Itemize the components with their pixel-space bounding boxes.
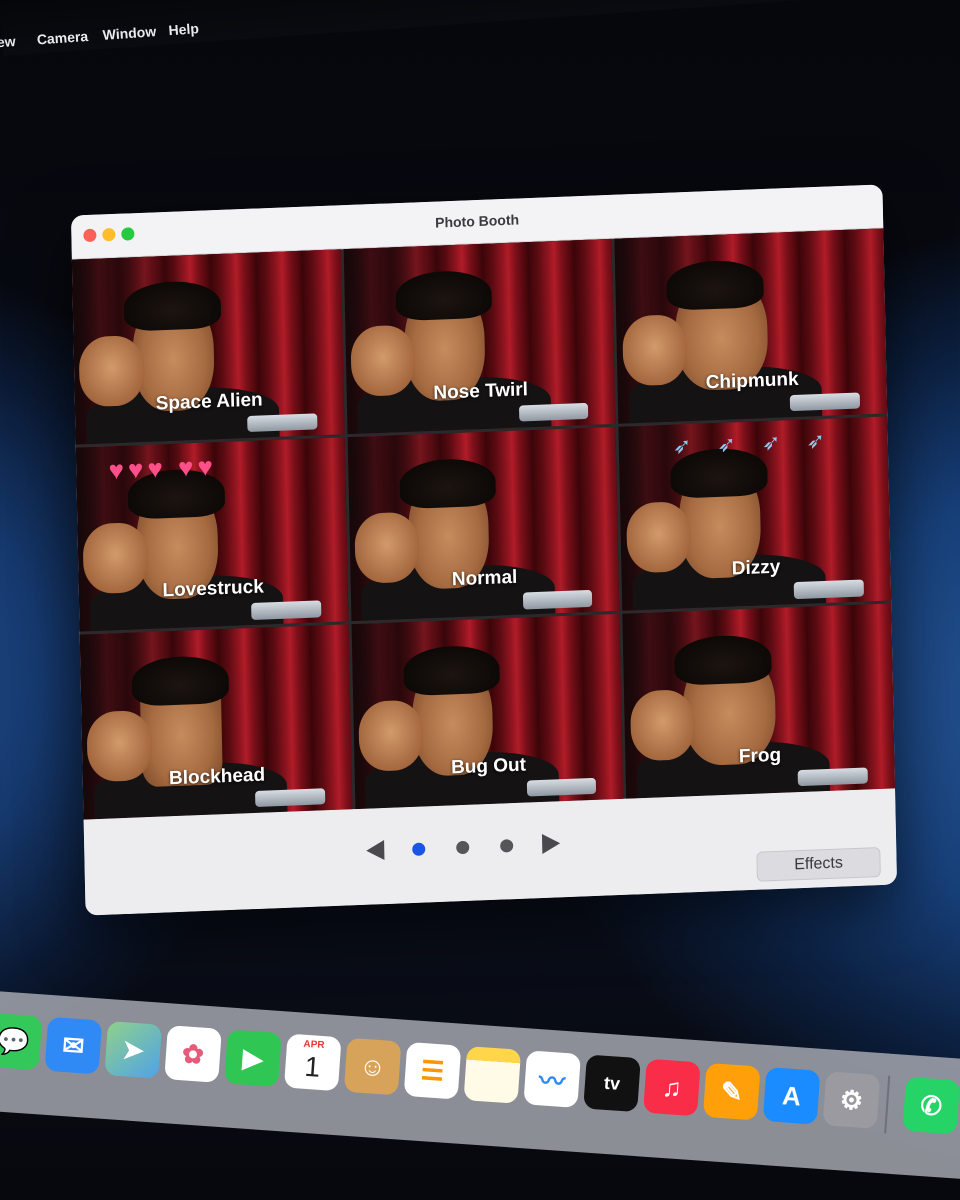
effect-tile-dizzy[interactable]: ➶ ➶ ➶ ➶ Dizzy xyxy=(618,416,892,612)
camera-object xyxy=(797,767,869,787)
previous-page-arrow-icon[interactable] xyxy=(366,840,385,861)
pages-icon[interactable]: ✎ xyxy=(702,1062,761,1121)
page-dot-3[interactable] xyxy=(500,839,514,853)
menu-item-camera[interactable]: Camera xyxy=(36,28,88,48)
effects-grid: Space Alien Nose Twirl Chipmunk ♥♥♥ ♥♥ L… xyxy=(71,228,896,820)
notes-icon[interactable] xyxy=(463,1046,522,1104)
photos-icon[interactable]: ✿ xyxy=(164,1025,222,1083)
messages-icon[interactable]: 💬 xyxy=(0,1012,43,1071)
camera-object xyxy=(518,402,589,422)
music-icon[interactable]: ♫ xyxy=(643,1058,701,1117)
whatsapp-icon[interactable]: ✆ xyxy=(902,1076,960,1135)
camera-object xyxy=(526,777,597,798)
menu-item-help[interactable]: Help xyxy=(168,20,199,38)
effect-tile-bug-out[interactable]: Bug Out xyxy=(351,614,624,810)
camera-object xyxy=(254,788,326,808)
dock: 💬 ✉ ➤ ✿ ▶ APR 1 ☺ ☰ 〰 tv ♫ ✎ A ⚙ ✆ xyxy=(0,990,960,1181)
tv-icon[interactable]: tv xyxy=(583,1054,641,1113)
effect-tile-frog[interactable]: Frog xyxy=(622,603,896,799)
effect-tile-blockhead[interactable]: Blockhead xyxy=(79,624,353,820)
camera-object xyxy=(247,412,318,433)
person-hair xyxy=(674,634,772,686)
person-hair xyxy=(131,655,229,707)
camera-object xyxy=(790,391,861,412)
system-settings-icon[interactable]: ⚙ xyxy=(822,1071,881,1129)
effect-tile-chipmunk[interactable]: Chipmunk xyxy=(614,228,888,424)
camera-object xyxy=(793,579,865,599)
person-hair xyxy=(666,258,764,311)
effect-tile-normal[interactable]: Normal xyxy=(347,426,620,622)
menu-item-view[interactable]: ew xyxy=(0,33,16,50)
mail-icon[interactable]: ✉ xyxy=(44,1016,103,1075)
camera-object xyxy=(522,590,593,610)
effect-tile-lovestruck[interactable]: ♥♥♥ ♥♥ Lovestruck xyxy=(75,436,349,632)
person-hair xyxy=(402,644,501,697)
photo-booth-window: Photo Booth Space Alien Nose Twirl Chipm xyxy=(70,184,898,916)
effect-tile-nose-twirl[interactable]: Nose Twirl xyxy=(343,238,616,434)
freeform-icon[interactable]: 〰 xyxy=(523,1050,581,1108)
birds-icon: ➶ ➶ ➶ ➶ xyxy=(672,427,836,459)
page-dot-2[interactable] xyxy=(456,840,470,855)
person-hair xyxy=(398,456,497,509)
next-page-arrow-icon[interactable] xyxy=(541,833,561,854)
menu-item-window[interactable]: Window xyxy=(102,23,157,43)
reminders-icon[interactable]: ☰ xyxy=(403,1041,462,1100)
person-hair xyxy=(394,269,493,322)
calendar-icon[interactable]: APR 1 xyxy=(283,1033,342,1092)
dock-separator xyxy=(884,1075,891,1134)
maps-icon[interactable]: ➤ xyxy=(104,1021,163,1079)
effects-button[interactable]: Effects xyxy=(756,847,881,882)
page-dot-1[interactable] xyxy=(412,842,426,856)
tv-label: tv xyxy=(603,1072,621,1094)
app-store-icon[interactable]: A xyxy=(762,1067,821,1125)
person-hair xyxy=(123,279,222,332)
facetime-icon[interactable]: ▶ xyxy=(224,1029,282,1088)
hearts-icon: ♥♥♥ ♥♥ xyxy=(108,451,218,486)
contacts-icon[interactable]: ☺ xyxy=(343,1037,402,1096)
menu-bar: ew Camera Window Help xyxy=(0,0,960,56)
camera-object xyxy=(251,600,322,620)
effect-tile-space-alien[interactable]: Space Alien xyxy=(71,249,345,445)
calendar-day: 1 xyxy=(303,1050,322,1083)
